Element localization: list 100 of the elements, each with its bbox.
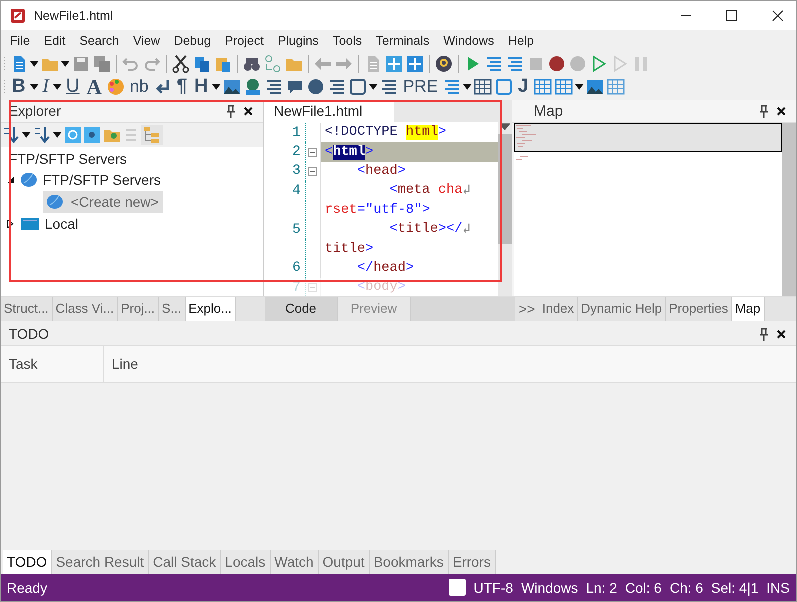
document-tab[interactable]: NewFile1.html	[264, 100, 394, 122]
settings-icon[interactable]	[84, 127, 100, 143]
pin-icon[interactable]	[226, 104, 236, 118]
format-button[interactable]: I	[40, 76, 52, 96]
panel-tab[interactable]: Call Stack	[149, 550, 222, 574]
format-button[interactable]: PRE	[401, 76, 440, 96]
panel-tab[interactable]: Map	[732, 297, 765, 321]
menu-item[interactable]: Project	[225, 34, 264, 48]
panel-tab[interactable]: Search Result	[52, 550, 150, 574]
tree-item[interactable]: FTP/SFTP Servers	[43, 172, 161, 188]
close-icon[interactable]	[244, 106, 253, 116]
fold-icon[interactable]	[308, 166, 318, 176]
collapse-icon[interactable]	[7, 176, 15, 184]
pin-icon[interactable]	[759, 328, 769, 340]
column-header[interactable]: Task	[1, 346, 104, 382]
step-icon[interactable]	[485, 54, 503, 72]
status-item: Ch: 6	[670, 580, 704, 596]
caret-icon[interactable]	[30, 60, 39, 66]
table-icon[interactable]	[474, 78, 492, 96]
format-button[interactable]: H	[192, 76, 210, 96]
maximize-icon[interactable]	[726, 10, 738, 22]
caret-icon[interactable]	[53, 84, 62, 90]
pin-icon[interactable]	[759, 104, 769, 118]
align-icon[interactable]	[328, 78, 346, 96]
status-message: Ready	[7, 580, 48, 596]
code-line: <body>	[356, 279, 407, 296]
line-number: 1	[292, 124, 301, 141]
close-icon[interactable]	[777, 330, 786, 338]
code-line: <!DOCTYPE html>	[324, 124, 448, 142]
menu-item[interactable]: Plugins	[278, 34, 319, 48]
panel-title: Map	[533, 102, 564, 120]
caret-icon[interactable]	[369, 84, 378, 90]
menu-item[interactable]: Windows	[444, 34, 494, 48]
scrollbar-track[interactable]	[782, 123, 796, 296]
folder-icon[interactable]	[103, 127, 121, 143]
panel-tab[interactable]: Bookmarks	[370, 550, 449, 574]
copy-icon[interactable]	[193, 54, 211, 72]
format-button[interactable]: ¶	[174, 76, 190, 96]
sort-ascending-icon[interactable]	[3, 126, 19, 144]
menu-item[interactable]: Tools	[332, 34, 362, 48]
panel-tab[interactable]: Errors	[448, 550, 496, 574]
dropdown-icon[interactable]	[500, 122, 510, 130]
scissors-icon[interactable]	[172, 54, 190, 72]
panel-tab[interactable]: Locals	[221, 550, 271, 574]
step-into-icon[interactable]	[506, 54, 524, 72]
view-tab[interactable]: Code	[265, 297, 338, 321]
close-icon[interactable]	[777, 106, 786, 116]
code-line: <meta cha↲	[388, 182, 472, 201]
fold-icon[interactable]	[308, 148, 318, 157]
status-item: Sel: 4|1	[711, 580, 759, 596]
line-number: 6	[292, 260, 301, 276]
image-icon[interactable]	[223, 78, 242, 96]
format-button[interactable]: A	[84, 76, 104, 96]
save-all-icon[interactable]	[93, 54, 111, 72]
help-icon[interactable]	[435, 54, 453, 72]
caret-icon[interactable]	[574, 84, 584, 90]
caret-icon[interactable]	[61, 60, 70, 66]
enter-icon[interactable]	[154, 78, 172, 96]
caret-icon[interactable]	[30, 84, 39, 90]
sort-descending-icon[interactable]	[34, 126, 50, 144]
menu-item[interactable]: Edit	[44, 34, 66, 48]
line-number: 3	[292, 163, 301, 180]
menu-item[interactable]: View	[133, 34, 160, 48]
menu-item[interactable]: Help	[508, 34, 534, 48]
square-icon[interactable]	[349, 78, 368, 96]
palette-icon[interactable]	[106, 78, 125, 96]
column-header[interactable]: Line	[104, 356, 138, 372]
record-icon[interactable]	[548, 54, 566, 72]
format-button[interactable]: J	[516, 76, 531, 96]
line-number: 5	[292, 222, 301, 238]
drive-icon	[21, 217, 39, 231]
form-icon[interactable]	[534, 78, 552, 96]
menu-item[interactable]: Terminals	[376, 34, 430, 48]
caret-icon[interactable]	[22, 132, 31, 138]
image-icon[interactable]	[586, 78, 604, 96]
tree-item[interactable]: Local	[45, 216, 78, 232]
caret-icon[interactable]	[212, 84, 222, 90]
menu-item[interactable]: Debug	[174, 34, 212, 48]
status-item: UTF-8	[474, 580, 514, 596]
panel-tab[interactable]: TODO	[3, 550, 52, 574]
panel-tab[interactable]: Output	[318, 550, 370, 574]
checkbox[interactable]	[448, 579, 466, 596]
align-icon[interactable]	[380, 78, 398, 96]
format-button[interactable]: U	[64, 76, 82, 96]
tree-view-icon[interactable]	[141, 125, 163, 145]
format-button[interactable]: nb	[128, 76, 151, 96]
panel-tab[interactable]: Watch	[270, 550, 319, 574]
tree-item[interactable]: <Create new>	[43, 191, 163, 213]
panel-title: TODO	[9, 326, 50, 342]
format-button[interactable]: B	[10, 76, 28, 96]
code-line: title>	[324, 240, 375, 259]
expand-icon[interactable]	[7, 220, 15, 228]
caret-icon[interactable]	[53, 132, 62, 138]
panel-tab[interactable]: Explo...	[186, 297, 236, 321]
lines-icon[interactable]	[265, 78, 284, 96]
menu-item[interactable]: File	[10, 34, 30, 48]
close-icon[interactable]	[772, 10, 784, 22]
caret-icon[interactable]	[463, 84, 472, 90]
overflow-button[interactable]: >>	[515, 297, 540, 321]
menu-item[interactable]: Search	[80, 34, 120, 48]
